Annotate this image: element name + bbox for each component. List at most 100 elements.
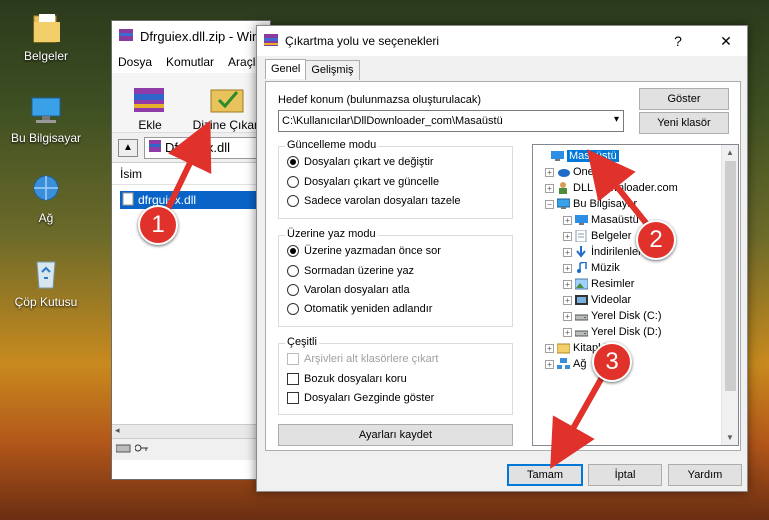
scroll-up-icon[interactable]: ▲	[726, 148, 734, 157]
tree-item[interactable]: + Yerel Disk (D:)	[563, 325, 662, 339]
tab-gelismis[interactable]: Gelişmiş	[305, 60, 360, 80]
step-1-marker: 1	[138, 205, 178, 245]
tree-item[interactable]: + Müzik	[563, 261, 620, 275]
tree-expander-icon[interactable]: +	[563, 311, 572, 321]
tree-expander-icon[interactable]: +	[545, 343, 554, 353]
destination-label: Hedef konum (bulunmazsa oluşturulacak)	[278, 94, 481, 106]
menu-dosya[interactable]: Dosya	[118, 55, 152, 69]
checkbox-label: Dosyaları Gezginde göster	[304, 392, 435, 404]
overwrite-mode-title: Üzerine yaz modu	[285, 228, 378, 240]
tree-expander-icon[interactable]: +	[563, 263, 572, 273]
tree-expander-icon[interactable]: +	[545, 183, 554, 193]
tree-expander-icon[interactable]: +	[563, 247, 572, 257]
tree-expander-icon[interactable]: +	[563, 215, 572, 225]
cancel-button[interactable]: İptal	[588, 464, 662, 486]
desktop-icon-belgeler[interactable]: Belgeler	[0, 10, 92, 63]
radio-skip-existing[interactable]: Varolan dosyaları atla	[287, 284, 410, 296]
tree-expander-icon[interactable]: +	[563, 279, 572, 289]
desktop-icon-label: Ağ	[38, 211, 54, 225]
tree-item[interactable]: + OneDrive	[545, 165, 619, 179]
horizontal-scrollbar[interactable]: ◂	[112, 424, 270, 438]
music-icon	[575, 261, 588, 274]
desktop-icon-bu-bilgisayar[interactable]: Bu Bilgisayar	[0, 92, 92, 145]
tree-item[interactable]: + DLL Downloader.com	[545, 181, 678, 195]
radio-rename-auto[interactable]: Otomatik yeniden adlandır	[287, 303, 432, 315]
checkbox-label: Arşivleri alt klasörlere çıkart	[304, 353, 439, 365]
drive-icon	[574, 310, 589, 322]
archive-path[interactable]: Dfrguiex.dll	[144, 136, 270, 159]
network-icon	[26, 172, 66, 208]
vertical-scrollbar[interactable]: ▲ ▼	[721, 145, 738, 445]
radio-label: Sormadan üzerine yaz	[304, 265, 415, 277]
radio-icon	[287, 303, 299, 315]
computer-icon	[556, 198, 571, 210]
scroll-down-icon[interactable]: ▼	[726, 433, 734, 442]
onedrive-icon	[557, 166, 570, 178]
radio-icon	[287, 245, 299, 257]
show-button[interactable]: Göster	[639, 88, 729, 110]
tree-expander-icon[interactable]: +	[563, 231, 572, 241]
column-name[interactable]: İsim	[112, 163, 270, 185]
menu-komutlar[interactable]: Komutlar	[166, 55, 214, 69]
radio-extract-update[interactable]: Dosyaları çıkart ve güncelle	[287, 176, 439, 188]
scroll-thumb[interactable]	[725, 161, 736, 391]
radio-extract-replace[interactable]: Dosyaları çıkart ve değiştir	[287, 156, 434, 168]
help-button[interactable]: Yardım	[668, 464, 742, 486]
winrar-menubar: Dosya Komutlar Araçla	[112, 51, 270, 73]
tab-genel[interactable]: Genel	[265, 59, 307, 79]
folder-tree[interactable]: Masaüstü + OneDrive + DLL Downloader.com − Bu …	[532, 144, 739, 446]
tree-item[interactable]: + İndirilenler	[563, 245, 642, 259]
new-folder-button[interactable]: Yeni klasör	[639, 112, 729, 134]
tree-expander-icon[interactable]: −	[545, 199, 554, 209]
tree-expander-icon[interactable]: +	[563, 295, 572, 305]
tree-item-label: Ağ	[573, 358, 587, 370]
destination-combobox[interactable]: C:\Kullanıcılar\DllDownloader_com\Masaüs…	[278, 110, 624, 132]
close-button[interactable]: ✕	[705, 26, 747, 56]
checkbox-show-in-explorer[interactable]: Dosyaları Gezginde göster	[287, 392, 434, 404]
radio-icon	[287, 195, 299, 207]
drive-status-icon	[115, 443, 132, 456]
checkbox-keep-broken[interactable]: Bozuk dosyaları koru	[287, 373, 407, 385]
tree-item[interactable]: + Masaüstü	[563, 213, 639, 227]
tree-item-label: Bu Bilgisayar	[573, 198, 638, 210]
ok-button[interactable]: Tamam	[507, 464, 583, 486]
pictures-icon	[574, 278, 589, 290]
radio-icon	[287, 176, 299, 188]
desktop-icon-label: Bu Bilgisayar	[10, 131, 82, 145]
tree-item[interactable]: + Belgeler	[563, 229, 631, 243]
radio-ask-before-overwrite[interactable]: Üzerine yazmadan önce sor	[287, 245, 441, 257]
winrar-toolbar: Ekle Dizine Çıkart	[112, 73, 270, 133]
add-button[interactable]: Ekle	[122, 82, 178, 132]
save-settings-button[interactable]: Ayarları kaydet	[278, 424, 513, 446]
dialog-title: Çıkartma yolu ve seçenekleri	[285, 34, 440, 48]
desktop-icon-cop-kutusu[interactable]: Çöp Kutusu	[0, 256, 92, 309]
tree-expander-icon[interactable]: +	[545, 167, 554, 177]
tree-expander-icon[interactable]: +	[563, 327, 572, 337]
winrar-pathbar: ▲ Dfrguiex.dll	[112, 133, 270, 163]
radio-icon	[287, 156, 299, 168]
checkbox-icon	[287, 392, 299, 404]
tree-item[interactable]: − Bu Bilgisayar	[545, 197, 637, 211]
tree-item[interactable]: + Videolar	[563, 293, 631, 307]
documents-icon	[575, 229, 588, 243]
checkbox-extract-to-subfolders[interactable]: Arşivleri alt klasörlere çıkart	[287, 353, 438, 365]
radio-freshen-existing[interactable]: Sadece varolan dosyaları tazele	[287, 195, 461, 207]
tree-item[interactable]: + Yerel Disk (C:)	[563, 309, 662, 323]
tree-item[interactable]: Masaüstü	[539, 149, 619, 163]
desktop-icon-label: Çöp Kutusu	[14, 295, 78, 309]
radio-icon	[287, 284, 299, 296]
key-icon	[134, 443, 149, 456]
radio-label: Dosyaları çıkart ve değiştir	[304, 156, 434, 168]
radio-overwrite-without-prompt[interactable]: Sormadan üzerine yaz	[287, 265, 414, 277]
extract-to-button[interactable]: Dizine Çıkart	[192, 82, 262, 132]
tree-item[interactable]: + Resimler	[563, 277, 634, 291]
tree-item-label: OneDrive	[573, 166, 620, 178]
desktop-icon-ag[interactable]: Ağ	[0, 172, 92, 225]
help-title-button[interactable]: ?	[657, 26, 699, 56]
up-folder-button[interactable]: ▲	[118, 138, 138, 157]
file-row-selected[interactable]: dfrguiex.dll	[120, 191, 265, 209]
tree-expander-icon[interactable]: +	[545, 359, 554, 369]
downloads-icon	[575, 246, 588, 258]
tree-item[interactable]: + Ağ	[545, 357, 586, 371]
winrar-window: Dfrguiex.dll.zip - Win Dosya Komutlar Ar…	[111, 20, 271, 480]
